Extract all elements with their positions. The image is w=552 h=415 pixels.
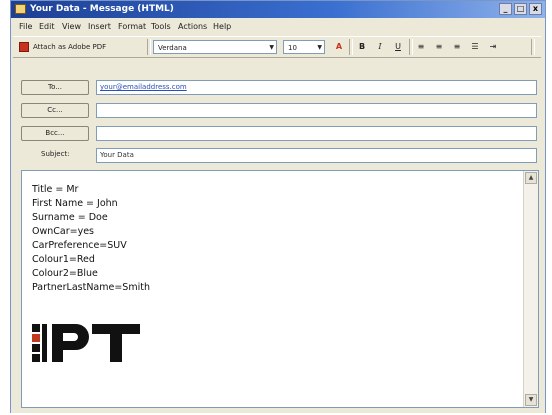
body-line: Colour1=Red [32, 254, 95, 265]
scroll-up-icon[interactable]: ▲ [525, 172, 537, 184]
toolbar-separator [409, 39, 413, 55]
outlook-compose-window: Your Data - Message (HTML) _ □ x File Ed… [10, 0, 546, 413]
menu-format[interactable]: Format [118, 22, 146, 31]
align-right-icon[interactable]: ≡ [451, 40, 463, 54]
maximize-button[interactable]: □ [514, 3, 527, 15]
bold-icon[interactable]: B [356, 40, 368, 54]
chevron-down-icon: ▼ [317, 44, 322, 51]
menu-help[interactable]: Help [213, 22, 231, 31]
body-line: OwnCar=yes [32, 226, 95, 237]
font-name-value: Verdana [158, 44, 187, 52]
body-line: PartnerLastName=Smith [32, 282, 150, 293]
body-line: First Name = John [32, 198, 118, 209]
attach-label: Attach as Adobe PDF [33, 43, 107, 51]
menu-edit[interactable]: Edit [39, 22, 55, 31]
body-line: Surname = Doe [32, 212, 108, 223]
to-field[interactable]: your@emailaddress.com [96, 80, 537, 95]
toolbar-separator [147, 39, 151, 55]
window-bottom-border [11, 409, 545, 413]
menu-bar: File Edit View Insert Format Tools Actio… [11, 19, 545, 35]
menu-file[interactable]: File [19, 22, 32, 31]
envelope-icon [15, 4, 26, 14]
ipt-logo [32, 324, 140, 362]
body-line: Title = Mr [32, 184, 79, 195]
bcc-button[interactable]: Bcc... [21, 126, 89, 141]
menu-actions[interactable]: Actions [178, 22, 207, 31]
message-body[interactable]: Title = Mr First Name = John Surname = D… [21, 170, 539, 408]
cc-button[interactable]: Cc... [21, 103, 89, 118]
chevron-down-icon: ▼ [269, 44, 274, 51]
font-size-value: 10 [288, 44, 297, 52]
pdf-icon [19, 42, 29, 52]
window-controls: _ □ x [499, 3, 542, 15]
minimize-button[interactable]: _ [499, 3, 512, 15]
align-left-icon[interactable]: ≡ [415, 40, 427, 54]
menu-tools[interactable]: Tools [151, 22, 171, 31]
message-body-text: Title = Mr First Name = John Surname = D… [32, 183, 150, 295]
align-center-icon[interactable]: ≡ [433, 40, 445, 54]
cc-field[interactable] [96, 103, 537, 118]
body-line: CarPreference=SUV [32, 240, 127, 251]
scroll-down-icon[interactable]: ▼ [525, 394, 537, 406]
menu-view[interactable]: View [62, 22, 81, 31]
bcc-field[interactable] [96, 126, 537, 141]
toolbar-separator [349, 39, 353, 55]
underline-icon[interactable]: U [392, 40, 404, 54]
bullets-icon[interactable]: ☰ [469, 40, 481, 54]
font-color-icon[interactable]: A [333, 40, 345, 54]
subject-label: Subject: [41, 150, 70, 158]
menu-insert[interactable]: Insert [88, 22, 111, 31]
vertical-scrollbar[interactable]: ▲ ▼ [523, 171, 538, 407]
to-button[interactable]: To... [21, 80, 89, 95]
toolbar-grip [531, 39, 535, 55]
attach-as-pdf-button[interactable]: Attach as Adobe PDF [19, 40, 106, 54]
formatting-toolbar: Attach as Adobe PDF Verdana ▼ 10 ▼ A B I… [13, 36, 541, 58]
font-size-select[interactable]: 10 ▼ [283, 40, 325, 54]
window-title: Your Data - Message (HTML) [30, 4, 174, 14]
font-name-select[interactable]: Verdana ▼ [153, 40, 277, 54]
italic-icon[interactable]: I [374, 40, 386, 54]
body-line: Colour2=Blue [32, 268, 98, 279]
subject-field[interactable]: Your Data [96, 148, 537, 163]
title-bar[interactable]: Your Data - Message (HTML) _ □ x [11, 1, 545, 18]
indent-icon[interactable]: ⇥ [487, 40, 499, 54]
close-button[interactable]: x [529, 3, 542, 15]
